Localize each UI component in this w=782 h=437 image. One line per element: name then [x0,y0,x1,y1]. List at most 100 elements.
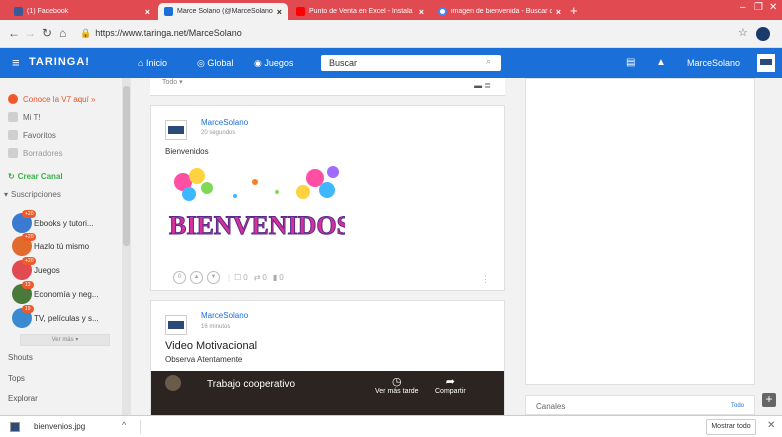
refresh-icon: ↻ [8,172,15,181]
post-actions: 0 ▲ ▼ | ☐ 0 ⇄ 0 ▮ 0 [173,271,284,284]
ver-mas-button[interactable]: Ver más ▾ [20,334,110,346]
main-feed: Todo ▾ ▬ ≣ MarceSolano 20 segundos Bienv… [145,78,515,415]
show-all-button[interactable]: Mostrar todo [706,419,756,435]
site-logo[interactable]: TARINGA! [29,56,90,68]
extension-icon[interactable] [756,27,770,41]
bookmark-icon [8,130,18,140]
list-view-icon[interactable]: ▬ [474,81,482,90]
reshare-icon[interactable]: ⇄ [254,273,261,282]
sidebar-item-v7[interactable]: Conoce la V7 aquí » [8,94,96,104]
minimize-icon[interactable]: – [740,2,746,13]
view-toggle[interactable]: ▬ ≣ [474,81,491,90]
close-icon[interactable]: × [277,7,282,17]
subscription-item[interactable]: +20 Juegos [12,257,60,280]
balloon [306,169,324,187]
downvote-icon[interactable]: ▼ [207,271,220,284]
download-bar: bienvenios.jpg ^ Mostrar todo ✕ [0,415,782,437]
post-subtitle: Observa Atentamente [165,355,243,364]
post-author-avatar[interactable] [165,120,187,140]
comment-icon[interactable]: ☐ [234,273,241,282]
more-options-icon[interactable]: ⋮ [481,274,490,285]
channel-avatar [165,375,181,391]
filter-select[interactable]: Todo ▾ [162,78,183,86]
messages-icon[interactable]: ▤ [626,57,635,68]
download-filename[interactable]: bienvenios.jpg [34,422,85,431]
subscription-item[interactable]: +20 Ebooks y tutori... [12,210,94,233]
reshare-count: 0 [262,273,267,282]
channel-avatar: +20 [12,233,37,256]
tab-youtube[interactable]: Punto de Venta en Excel - Instala × [290,3,430,20]
hamburger-menu-icon[interactable]: ≡ [12,55,20,70]
right-panel [525,78,755,385]
balloon [201,182,213,194]
new-tab-button[interactable]: + [570,3,578,18]
nav-inicio[interactable]: ⌂ Inicio [138,58,167,68]
home-icon[interactable]: ⌂ [59,26,66,40]
confetti [275,190,279,194]
post-title[interactable]: Video Motivacional [165,340,257,352]
watch-later-button[interactable]: ◷ Ver más tarde [375,375,419,395]
notifications-bell-icon[interactable]: ▲ [656,57,666,68]
google-icon [438,7,447,16]
reload-icon[interactable]: ↻ [42,26,52,40]
sidebar-item-borradores[interactable]: Borradores [8,148,63,158]
subscription-item[interactable]: +20 Hazlo tú mismo [12,233,89,256]
post-author[interactable]: MarceSolano [201,311,248,320]
sidebar-scrollbar[interactable] [122,78,131,415]
nav-juegos[interactable]: ◉ Juegos [254,58,293,69]
canales-panel: Canales Todo [525,395,755,415]
balloon [189,168,205,184]
sidebar-link-tops[interactable]: Tops [8,374,25,383]
subscription-item[interactable]: 19 TV, películas y s... [12,305,99,328]
sidebar-item-favoritos[interactable]: Favoritos [8,130,56,140]
sidebar-link-explorar[interactable]: Explorar [8,394,38,403]
nav-global[interactable]: ◎ Global [197,58,233,69]
maximize-icon[interactable]: ❐ [754,2,763,13]
post-author[interactable]: MarceSolano [201,118,248,127]
divider: | [228,273,231,282]
crear-canal-link[interactable]: ↻ Crear Canal [8,172,63,181]
post-time: 16 minutos [201,324,231,330]
upvote-icon[interactable]: ▲ [190,271,203,284]
address-bar: ← → ↻ ⌂ 🔒 https://www.taringa.net/MarceSo… [0,20,782,48]
balloon [296,185,310,199]
search-input[interactable]: Buscar ⌕ [321,55,501,71]
user-name[interactable]: MarceSolano [687,58,740,68]
bookmark-star-icon[interactable]: ☆ [738,26,748,39]
close-icon[interactable]: ✕ [767,420,775,431]
subscriptions-header[interactable]: ▾ Suscripciones [4,190,61,199]
tab-taringa[interactable]: Marce Solano (@MarceSolano) - × [158,3,288,20]
image-file-icon [10,422,20,432]
close-icon[interactable]: × [556,7,561,17]
mit-icon [8,112,18,122]
site-header: ≡ TARINGA! ⌂ Inicio ◎ Global ◉ Juegos Bu… [0,48,782,78]
back-icon[interactable]: ← [8,26,20,40]
save-icon[interactable]: ▮ [273,273,277,282]
scroll-top-button[interactable]: + [762,393,776,407]
channel-avatar: +20 [12,210,37,233]
user-avatar[interactable] [757,54,775,72]
tab-facebook[interactable]: (1) Facebook × [8,3,156,20]
lock-icon: 🔒 [80,28,92,38]
bienvenidos-image[interactable]: BIENVENIDOS [165,162,345,262]
scrollbar-thumb[interactable] [123,86,130,246]
sidebar-link-shouts[interactable]: Shouts [8,353,33,362]
url-field[interactable]: 🔒 https://www.taringa.net/MarceSolano [80,28,242,39]
search-icon[interactable]: ⌕ [486,56,491,67]
compact-view-icon[interactable]: ≣ [484,81,491,90]
chevron-up-icon[interactable]: ^ [122,420,126,430]
share-button[interactable]: ➦ Compartir [435,375,466,395]
forward-icon[interactable]: → [24,26,36,40]
canales-todo-link[interactable]: Todo [731,403,744,409]
tab-google[interactable]: imagen de bienvenida - Buscar co × [432,3,567,20]
post-author-avatar[interactable] [165,315,187,335]
subscription-item[interactable]: 13 Economía y neg... [12,281,98,304]
video-title[interactable]: Trabajo cooperativo [207,379,295,390]
close-icon[interactable]: × [419,7,424,17]
window-close-icon[interactable]: ✕ [769,2,777,13]
close-icon[interactable]: × [145,7,150,17]
sidebar-item-mit[interactable]: Mi T! [8,112,41,122]
post-card: MarceSolano 20 segundos Bienvenidos BIEN… [150,105,505,291]
post-text: Bienvenidos [165,147,209,156]
video-embed[interactable]: Trabajo cooperativo ◷ Ver más tarde ➦ Comp… [151,371,504,415]
